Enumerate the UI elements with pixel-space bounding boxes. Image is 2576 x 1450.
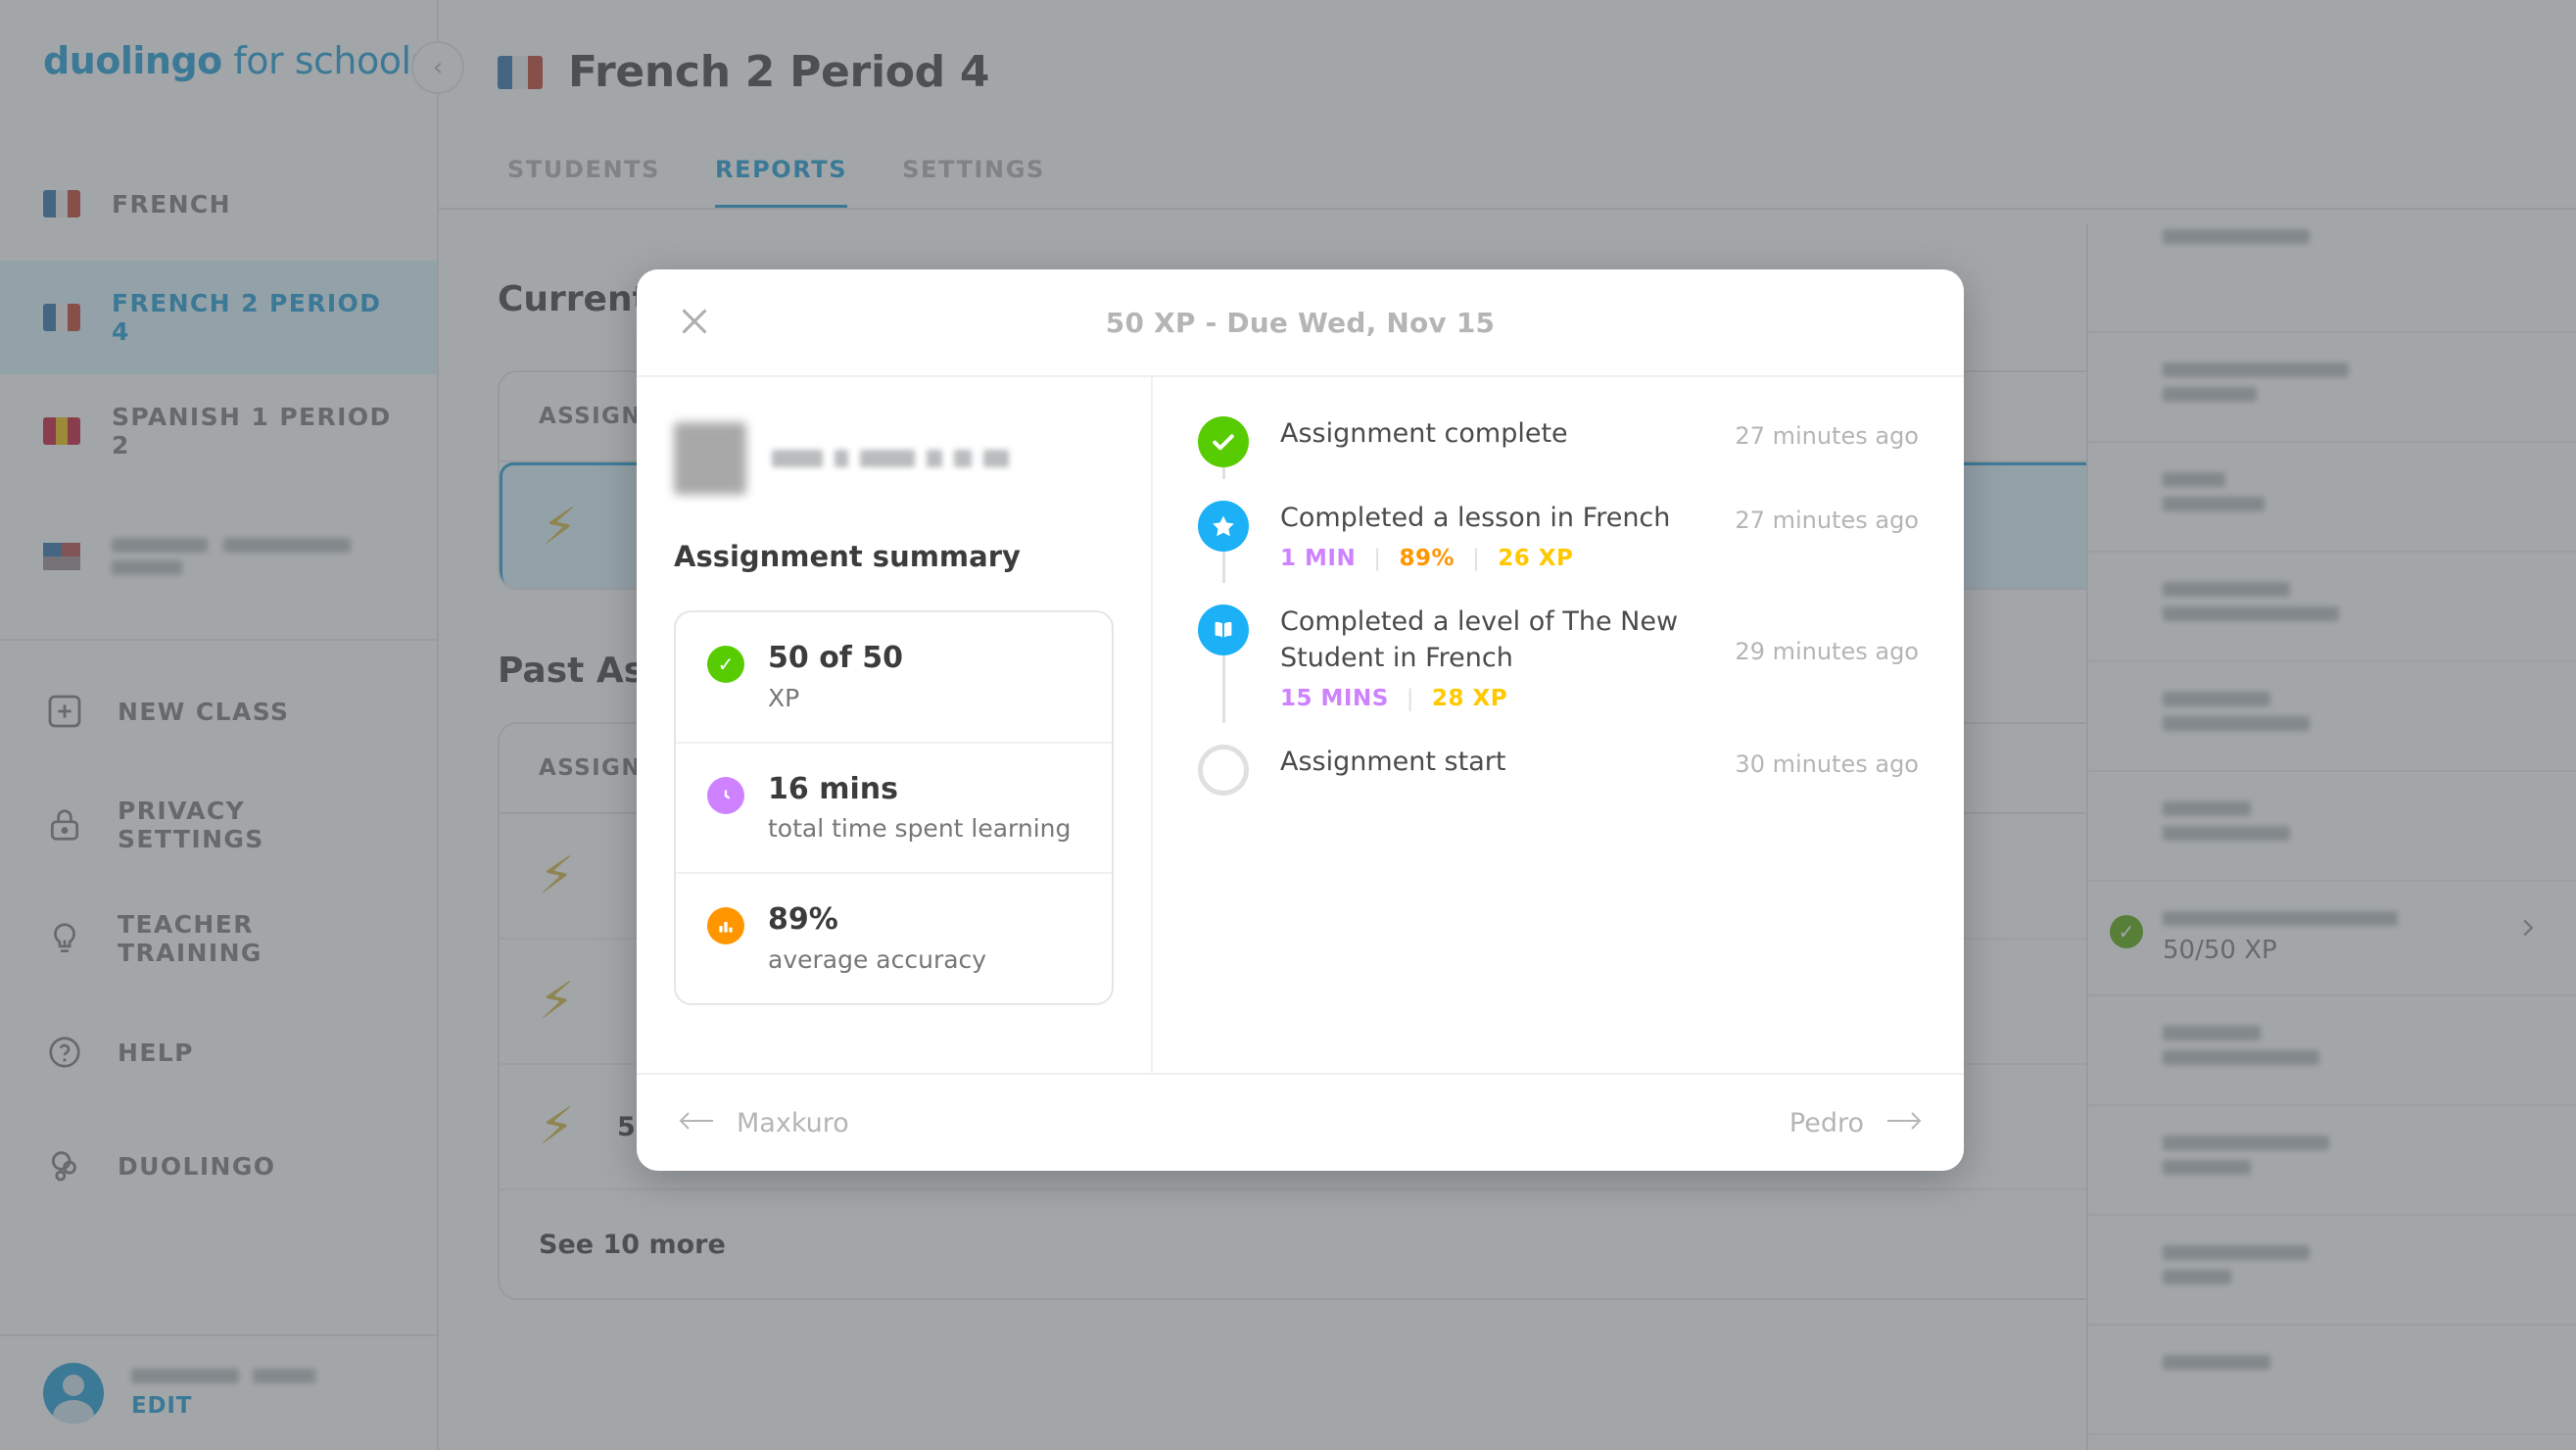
modal-body: Assignment summary ✓ 50 of 50 XP 16 mins… — [637, 377, 1964, 1073]
timeline-item-level-completed: Completed a level of The New Student in … — [1198, 604, 1919, 745]
summary-stats-card: ✓ 50 of 50 XP 16 mins total time spent l… — [674, 610, 1114, 1005]
metric-xp: 28 XP — [1432, 686, 1508, 712]
metric-time: 15 MINS — [1280, 686, 1389, 712]
student-name-redacted — [772, 450, 1009, 467]
previous-student-label: Maxkuro — [737, 1107, 849, 1138]
timeline-item-assignment-start: Assignment start 30 minutes ago — [1198, 745, 1919, 829]
modal-title: 50 XP - Due Wed, Nov 15 — [1105, 306, 1496, 339]
timeline-marker — [1198, 416, 1249, 479]
star-icon — [1198, 501, 1249, 552]
arrow-left-icon — [678, 1104, 715, 1141]
stat-label: total time spent learning — [768, 814, 1072, 843]
bar-chart-icon — [707, 907, 744, 944]
check-circle-icon — [1198, 416, 1249, 467]
next-student-label: Pedro — [1789, 1107, 1864, 1138]
summary-heading: Assignment summary — [674, 540, 1021, 573]
timeline-marker — [1198, 604, 1249, 724]
metric-separator: | — [1472, 546, 1481, 572]
timeline-item-assignment-complete: Assignment complete 27 minutes ago — [1198, 416, 1919, 501]
timeline-connector — [1222, 655, 1225, 724]
screen: duolingo for schools ‹ FRENCH FRENCH 2 P… — [0, 0, 2576, 1450]
timeline-title: Completed a level of The New Student in … — [1280, 606, 1679, 673]
book-icon — [1198, 604, 1249, 656]
timeline-marker — [1198, 501, 1249, 584]
check-circle-icon: ✓ — [707, 646, 744, 683]
modal-footer: Maxkuro Pedro — [637, 1073, 1964, 1171]
timeline-timestamp: 27 minutes ago — [1735, 507, 1919, 534]
next-student-button[interactable]: Pedro — [1789, 1104, 1923, 1141]
modal-header: 50 XP - Due Wed, Nov 15 — [637, 269, 1964, 377]
metric-accuracy: 89% — [1399, 546, 1455, 572]
activity-timeline: Assignment complete 27 minutes ago Compl… — [1153, 377, 1964, 1073]
stat-xp: ✓ 50 of 50 XP — [676, 612, 1112, 744]
timeline-metrics: 15 MINS | 28 XP — [1280, 686, 1703, 711]
stat-value: 89% — [768, 902, 838, 937]
arrow-right-icon — [1885, 1104, 1923, 1141]
stat-accuracy: 89% average accuracy — [676, 874, 1112, 1003]
timeline-body: Assignment complete — [1280, 416, 1703, 467]
timeline-connector — [1222, 552, 1225, 584]
stat-value: 50 of 50 — [768, 641, 904, 675]
timeline-connector — [1222, 467, 1225, 479]
timeline-body: Assignment start — [1280, 745, 1703, 796]
timeline-body: Completed a level of The New Student in … — [1280, 604, 1703, 711]
timeline-item-lesson-completed: Completed a lesson in French 1 MIN | 89%… — [1198, 501, 1919, 604]
close-icon[interactable] — [672, 299, 719, 346]
timeline-title: Assignment start — [1280, 747, 1506, 778]
metric-time: 1 MIN — [1280, 546, 1357, 572]
metric-separator: | — [1406, 686, 1415, 712]
assignment-detail-modal: 50 XP - Due Wed, Nov 15 Assignment summa… — [637, 269, 1964, 1171]
previous-student-button[interactable]: Maxkuro — [678, 1104, 849, 1141]
timeline-metrics: 1 MIN | 89% | 26 XP — [1280, 546, 1703, 571]
stat-value: 16 mins — [768, 771, 898, 806]
timeline-body: Completed a lesson in French 1 MIN | 89%… — [1280, 501, 1703, 571]
metric-separator: | — [1373, 546, 1382, 572]
clock-icon — [707, 776, 744, 814]
stat-time: 16 mins total time spent learning — [676, 744, 1112, 874]
avatar — [674, 422, 746, 495]
student-header — [674, 422, 1114, 495]
timeline-timestamp: 27 minutes ago — [1735, 422, 1919, 450]
stat-label: average accuracy — [768, 944, 987, 974]
timeline-timestamp: 29 minutes ago — [1735, 638, 1919, 666]
timeline-title: Assignment complete — [1280, 418, 1568, 449]
stat-label: XP — [768, 683, 800, 712]
timeline-timestamp: 30 minutes ago — [1735, 750, 1919, 779]
metric-xp: 26 XP — [1498, 546, 1574, 572]
timeline-title: Completed a lesson in French — [1280, 503, 1671, 533]
timeline-marker — [1198, 745, 1249, 797]
empty-circle-icon — [1198, 745, 1249, 797]
assignment-summary-panel: Assignment summary ✓ 50 of 50 XP 16 mins… — [637, 377, 1153, 1073]
